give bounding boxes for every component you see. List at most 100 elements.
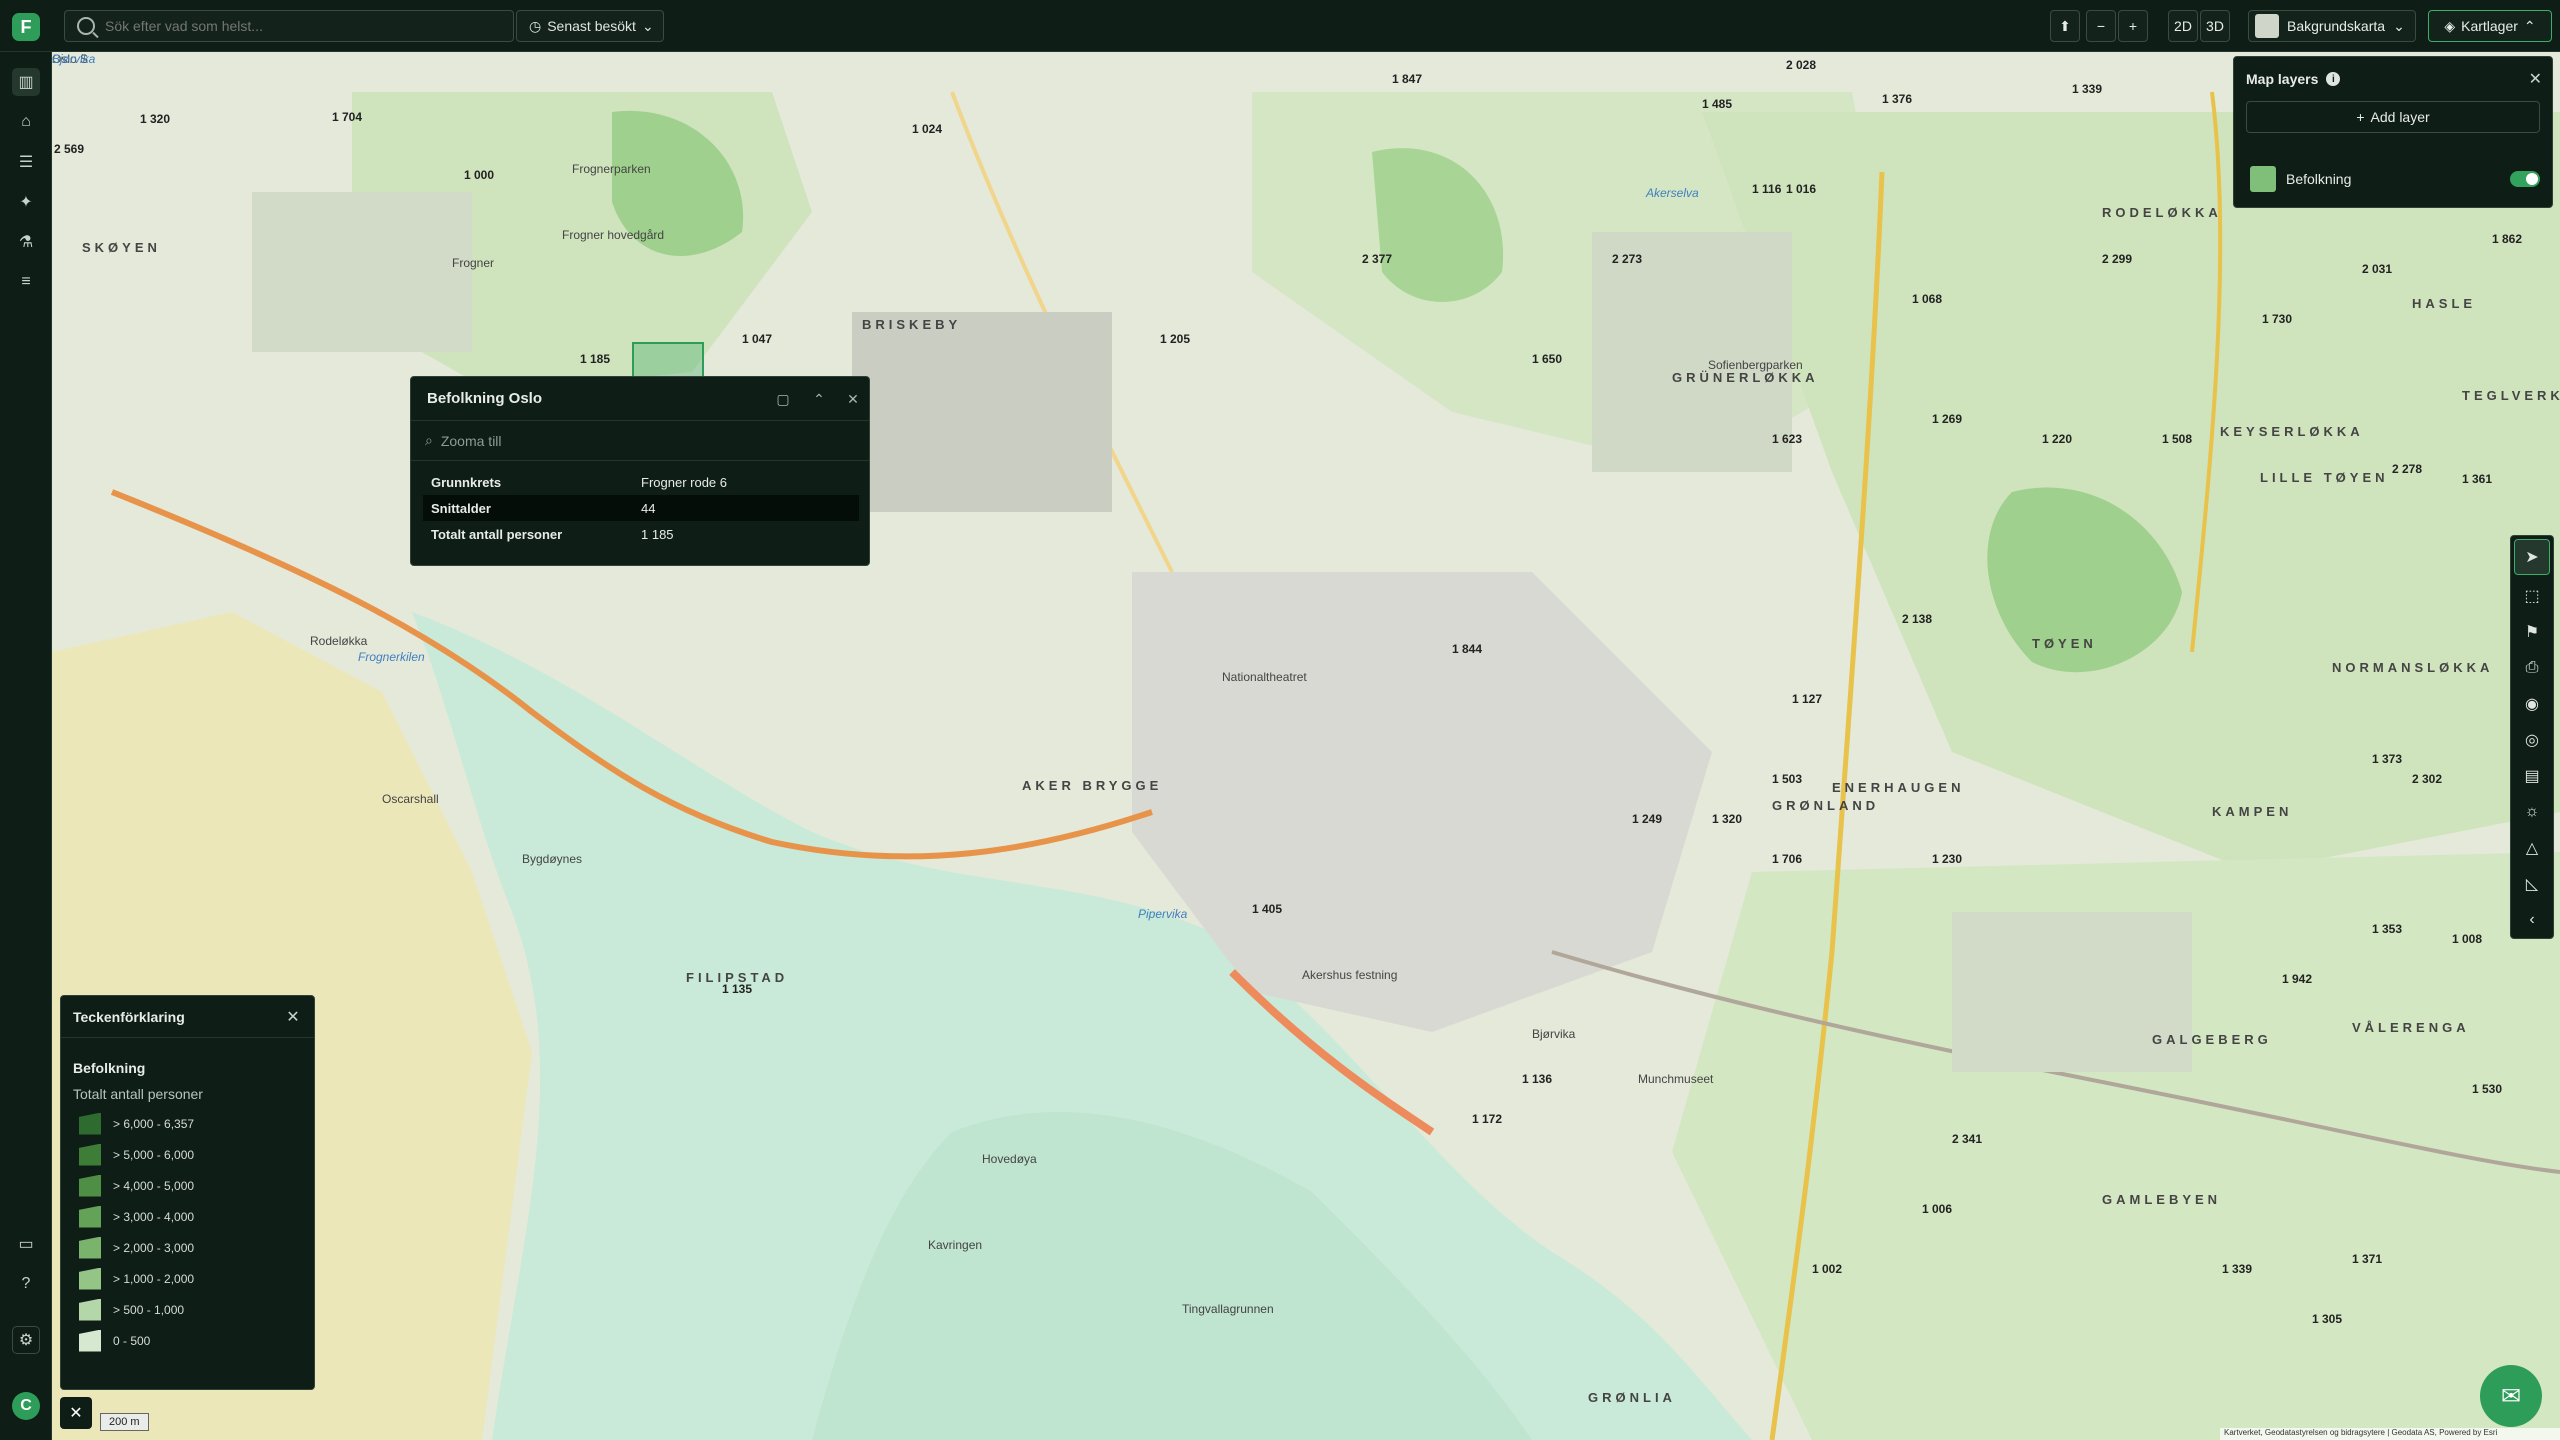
basemap-gallery-icon[interactable]: ▤ xyxy=(2511,758,2553,794)
legend-swatch xyxy=(79,1174,101,1197)
close-icon[interactable]: ✕ xyxy=(2529,69,2542,89)
map-canvas[interactable]: SKØYEN BRISKEBY GRÜNERLØKKA RODELØKKA KE… xyxy=(52,52,2560,1440)
place-label: Rodeløkka xyxy=(310,634,368,648)
chat-support-icon[interactable]: ✉ xyxy=(2480,1365,2542,1427)
attr-value: 44 xyxy=(633,495,859,521)
daylight-icon[interactable]: ☼ xyxy=(2511,794,2553,830)
close-icon[interactable]: ✕ xyxy=(60,1397,92,1429)
population-number: 1 024 xyxy=(912,122,943,136)
basemap-thumbnail xyxy=(2255,14,2279,38)
population-number: 1 371 xyxy=(2352,1252,2383,1266)
legend-label: 0 - 500 xyxy=(113,1333,151,1348)
mode-3d-button[interactable]: 3D xyxy=(2200,10,2230,42)
help-icon[interactable]: ? xyxy=(12,1270,40,1298)
zoom-to-button[interactable]: ⌕ Zooma till xyxy=(411,421,869,461)
legend-list: > 6,000 - 6,357 > 5,000 - 6,000 > 4,000 - … xyxy=(61,1108,314,1356)
area-label: GAMLEBYEN xyxy=(2102,1192,2222,1207)
area-label: ENERHAUGEN xyxy=(1832,780,1965,795)
map-view-icon[interactable]: ▥ xyxy=(12,68,40,96)
chat-icon[interactable]: ▭ xyxy=(12,1230,40,1258)
sparkle-icon[interactable]: ✦ xyxy=(12,188,40,216)
legend-label: > 5,000 - 6,000 xyxy=(113,1147,195,1162)
settings-icon[interactable]: ⚙ xyxy=(12,1326,40,1354)
list-icon[interactable]: ☰ xyxy=(12,148,40,176)
measure-icon[interactable]: △ xyxy=(2511,830,2553,866)
add-layer-button[interactable]: + Add layer xyxy=(2246,101,2540,133)
place-label: Tingvallagrunnen xyxy=(1182,1302,1274,1316)
area-label: VÅLERENGA xyxy=(2352,1020,2470,1035)
place-label: Oscarshall xyxy=(382,792,439,806)
population-number: 1 136 xyxy=(1522,1072,1553,1086)
place-label: Munchmuseet xyxy=(1638,1072,1714,1086)
population-number: 1 730 xyxy=(2262,312,2293,326)
legend-swatch xyxy=(79,1236,101,1259)
population-number: 1 068 xyxy=(1912,292,1943,306)
search-box[interactable] xyxy=(64,10,514,42)
tag-icon[interactable]: ⌂ xyxy=(12,108,40,136)
population-number: 2 138 xyxy=(1902,612,1933,626)
population-number: 2 031 xyxy=(2362,262,2393,276)
population-number: 1 405 xyxy=(1252,902,1283,916)
legend-swatch xyxy=(79,1298,101,1321)
basemap xyxy=(52,52,2560,1440)
population-number: 2 341 xyxy=(1952,1132,1983,1146)
population-number: 1 706 xyxy=(1772,852,1803,866)
line-of-sight-icon[interactable]: ◺ xyxy=(2511,866,2553,902)
legend-item: > 1,000 - 2,000 xyxy=(61,1263,314,1294)
zoom-out-button[interactable]: − xyxy=(2086,10,2116,42)
population-number: 1 047 xyxy=(742,332,773,346)
filter-icon[interactable]: ≡ xyxy=(12,268,40,296)
collapse-icon[interactable]: ⌃ xyxy=(809,389,829,409)
zoom-icon: ⌕ xyxy=(425,432,433,448)
avatar[interactable]: C xyxy=(12,1392,40,1420)
population-number: 1 485 xyxy=(1702,97,1733,111)
population-number: 1 320 xyxy=(140,112,171,126)
population-number: 1 305 xyxy=(2312,1312,2343,1326)
legend-item: > 6,000 - 6,357 xyxy=(61,1108,314,1139)
population-number: 1 862 xyxy=(2492,232,2523,246)
layers-button[interactable]: ◈ Kartlager ⌃ xyxy=(2428,10,2552,42)
area-label: BRISKEBY xyxy=(862,317,962,332)
print-icon[interactable]: ⎙ xyxy=(2511,650,2553,686)
recent-dropdown[interactable]: ◷ Senast besökt ⌄ xyxy=(516,10,664,42)
scale-bar: 200 m xyxy=(100,1413,149,1431)
app-logo[interactable]: F xyxy=(12,13,40,41)
search-input[interactable] xyxy=(105,18,505,34)
camera-icon[interactable]: ◉ xyxy=(2511,686,2553,722)
population-number: 1 339 xyxy=(2072,82,2103,96)
map-layers-panel: Map layers i ✕ + Add layer Befolkning xyxy=(2233,56,2553,208)
chevron-left-icon[interactable]: ‹ xyxy=(2511,902,2553,938)
population-number: 1 623 xyxy=(1772,432,1803,446)
select-area-icon[interactable]: ⬚ xyxy=(2511,578,2553,614)
close-icon[interactable]: ✕ xyxy=(282,1006,304,1028)
layers-title: Map layers xyxy=(2246,71,2319,87)
table-row: Snittalder 44 xyxy=(423,495,859,521)
layer-item[interactable]: Befolkning xyxy=(2242,157,2546,201)
close-icon[interactable]: ✕ xyxy=(843,389,863,409)
zoom-in-button[interactable]: + xyxy=(2118,10,2148,42)
locate-icon[interactable]: ◎ xyxy=(2511,722,2553,758)
population-number: 1 002 xyxy=(1812,1262,1843,1276)
mode-2d-button[interactable]: 2D xyxy=(2168,10,2198,42)
area-label: KEYSERLØKKA xyxy=(2220,424,2364,439)
select-pointer-icon[interactable]: ➤ xyxy=(2514,539,2550,575)
area-label: GRØNLIA xyxy=(1588,1390,1676,1405)
population-number: 1 373 xyxy=(2372,752,2403,766)
legend-swatch xyxy=(79,1112,101,1135)
basemap-dropdown[interactable]: Bakgrundskarta ⌄ xyxy=(2248,10,2416,42)
water-label: Pipervika xyxy=(1138,907,1188,921)
layer-visibility-toggle[interactable] xyxy=(2510,171,2540,187)
legend-item: > 3,000 - 4,000 xyxy=(61,1201,314,1232)
place-label: Kavringen xyxy=(928,1238,983,1252)
flask-icon[interactable]: ⚗ xyxy=(12,228,40,256)
water-label: Bjørvika xyxy=(52,52,96,66)
chevron-down-icon: ⌄ xyxy=(2393,17,2405,34)
area-label: TØYEN xyxy=(2032,636,2097,651)
compass-button[interactable]: ⬆ xyxy=(2050,10,2080,42)
population-number: 1 376 xyxy=(1882,92,1913,106)
population-number: 1 361 xyxy=(2462,472,2493,486)
dock-icon[interactable]: ▢ xyxy=(773,389,793,409)
info-icon[interactable]: i xyxy=(2326,72,2341,86)
attribute-table: Grunnkrets Frogner rode 6 Snittalder 44 To… xyxy=(423,469,859,547)
bookmark-icon[interactable]: ⚑ xyxy=(2511,614,2553,650)
